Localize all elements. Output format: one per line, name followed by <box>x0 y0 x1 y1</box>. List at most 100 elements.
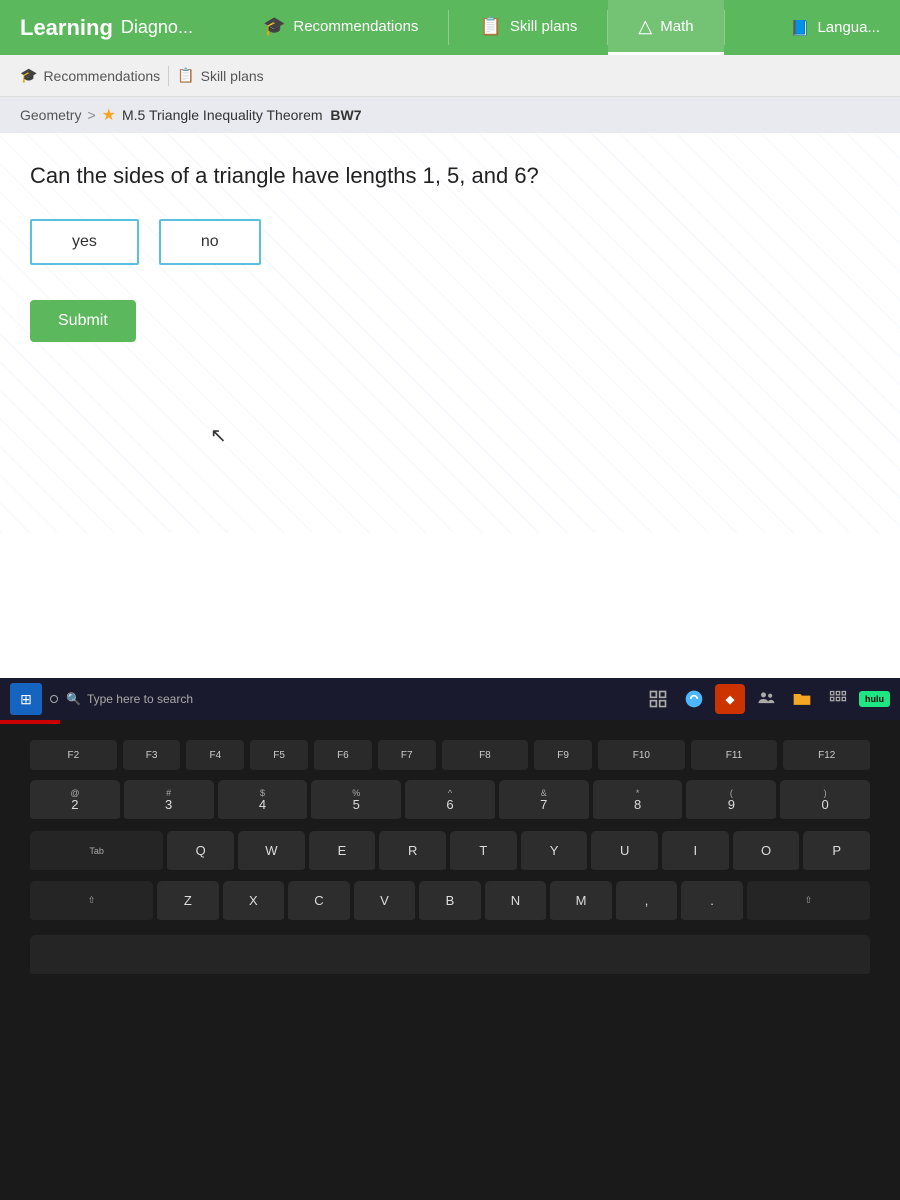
key-amp-7[interactable]: &7 <box>499 780 589 822</box>
taskbar-icon-folder[interactable] <box>787 684 817 714</box>
qwerty-row-1: Tab Q W E R T Y U I O P <box>0 827 900 877</box>
taskbar-icon-1[interactable] <box>643 684 673 714</box>
fn-key-f8[interactable]: F8 <box>442 740 529 770</box>
taskbar-icon-edge[interactable] <box>679 684 709 714</box>
breadcrumb-subject[interactable]: Geometry <box>20 107 81 123</box>
recommendations-icon: 🎓 <box>263 16 285 37</box>
taskbar-system-icons: ◆ hulu <box>643 684 890 714</box>
key-star-8[interactable]: *8 <box>593 780 683 822</box>
tab-recommendations[interactable]: 🎓 Recommendations <box>233 0 448 55</box>
key-w[interactable]: W <box>238 831 305 873</box>
skill-plans-nav-icon: 📋 <box>177 67 194 84</box>
app-subtitle-text: Diagno... <box>121 17 193 38</box>
hulu-badge[interactable]: hulu <box>859 691 890 707</box>
key-c[interactable]: C <box>288 881 350 923</box>
cursor-pointer: ↖ <box>210 423 227 448</box>
key-space[interactable] <box>30 935 870 977</box>
key-e[interactable]: E <box>309 831 376 873</box>
submit-button[interactable]: Submit <box>30 300 136 342</box>
fn-key-f7[interactable]: F7 <box>378 740 436 770</box>
key-r[interactable]: R <box>379 831 446 873</box>
key-q[interactable]: Q <box>167 831 234 873</box>
keyboard-area: F2 F3 F4 F5 F6 F7 F8 F9 F10 F11 F12 @2 #… <box>0 720 900 1200</box>
key-caret-6[interactable]: ^6 <box>405 780 495 822</box>
nav-tabs: 🎓 Recommendations 📋 Skill plans △ Math <box>233 0 725 55</box>
app-window: Learning Diagno... 🎓 Recommendations 📋 S… <box>0 0 900 720</box>
taskbar-icon-red[interactable]: ◆ <box>715 684 745 714</box>
secondary-nav: 🎓 Recommendations 📋 Skill plans <box>0 55 900 97</box>
breadcrumb-lesson: M.5 Triangle Inequality Theorem BW7 <box>122 107 362 123</box>
fn-key-f11[interactable]: F11 <box>691 740 778 770</box>
question-text: Can the sides of a triangle have lengths… <box>30 163 870 189</box>
key-dollar-4[interactable]: $4 <box>218 780 308 822</box>
key-at-2[interactable]: @2 <box>30 780 120 822</box>
nav-right: 📘 Langua... <box>791 19 880 37</box>
key-b[interactable]: B <box>419 881 481 923</box>
nav-recommendations[interactable]: 🎓 Recommendations <box>20 67 160 84</box>
key-n[interactable]: N <box>485 881 547 923</box>
num-key-row: @2 #3 $4 %5 ^6 &7 *8 (9 )0 <box>0 775 900 827</box>
skill-plans-icon: 📋 <box>479 16 501 37</box>
language-icon: 📘 <box>791 19 810 37</box>
tab-math[interactable]: △ Math <box>608 0 723 55</box>
key-z[interactable]: Z <box>157 881 219 923</box>
secondary-divider-1 <box>168 66 169 86</box>
answer-no-button[interactable]: no <box>159 219 261 265</box>
fn-key-f4[interactable]: F4 <box>186 740 244 770</box>
nav-divider-3 <box>724 10 725 45</box>
taskbar: ⊞ 🔍 Type here to search ◆ hulu <box>0 678 900 720</box>
fn-key-f12[interactable]: F12 <box>783 740 870 770</box>
recommendations-nav-icon: 🎓 <box>20 67 37 84</box>
key-m[interactable]: M <box>550 881 612 923</box>
key-shift-left[interactable]: ⇧ <box>30 881 153 923</box>
fn-key-row: F2 F3 F4 F5 F6 F7 F8 F9 F10 F11 F12 <box>0 720 900 775</box>
key-x[interactable]: X <box>223 881 285 923</box>
taskbar-search[interactable]: 🔍 Type here to search <box>66 692 266 706</box>
breadcrumb-chevron-icon: > <box>87 107 95 123</box>
answer-options: yes no <box>30 219 870 265</box>
fn-key-f10[interactable]: F10 <box>598 740 685 770</box>
key-hash-3[interactable]: #3 <box>124 780 214 822</box>
tab-recommendations-label: Recommendations <box>293 18 418 35</box>
key-y[interactable]: Y <box>521 831 588 873</box>
key-period[interactable]: . <box>681 881 743 923</box>
search-circle[interactable] <box>50 695 58 703</box>
key-shift-right[interactable]: ⇧ <box>747 881 870 923</box>
fn-key-f6[interactable]: F6 <box>314 740 372 770</box>
nav-skill-plans-secondary[interactable]: 📋 Skill plans <box>177 67 263 84</box>
key-p[interactable]: P <box>803 831 870 873</box>
app-title-text: Learning <box>20 15 113 41</box>
key-t[interactable]: T <box>450 831 517 873</box>
fn-key-f3[interactable]: F3 <box>123 740 181 770</box>
bottom-key-row <box>0 927 900 981</box>
key-u[interactable]: U <box>591 831 658 873</box>
tab-math-label: Math <box>660 18 693 35</box>
search-icon: 🔍 <box>66 692 81 706</box>
language-label: Langua... <box>817 19 880 36</box>
key-lparen-9[interactable]: (9 <box>686 780 776 822</box>
key-v[interactable]: V <box>354 881 416 923</box>
recommendations-nav-label: Recommendations <box>43 68 160 84</box>
taskbar-icon-people[interactable] <box>751 684 781 714</box>
taskbar-icon-grid[interactable] <box>823 684 853 714</box>
app-title: Learning Diagno... <box>20 15 193 41</box>
main-content: Can the sides of a triangle have lengths… <box>0 133 900 533</box>
qwerty-row-2: ⇧ Z X C V B N M , . ⇧ <box>0 877 900 927</box>
keyboard-red-strip <box>0 720 60 724</box>
top-nav: Learning Diagno... 🎓 Recommendations 📋 S… <box>0 0 900 55</box>
math-icon: △ <box>638 16 652 37</box>
key-tab[interactable]: Tab <box>30 831 163 873</box>
fn-key-f5[interactable]: F5 <box>250 740 308 770</box>
key-rparen-0[interactable]: )0 <box>780 780 870 822</box>
key-percent-5[interactable]: %5 <box>311 780 401 822</box>
skill-plans-nav-label: Skill plans <box>201 68 264 84</box>
windows-start-button[interactable]: ⊞ <box>10 683 42 715</box>
answer-yes-button[interactable]: yes <box>30 219 139 265</box>
breadcrumb-star-icon: ★ <box>102 105 116 125</box>
tab-skill-plans[interactable]: 📋 Skill plans <box>449 0 607 55</box>
key-o[interactable]: O <box>733 831 800 873</box>
key-i[interactable]: I <box>662 831 729 873</box>
fn-key-f2[interactable]: F2 <box>30 740 117 770</box>
fn-key-f9[interactable]: F9 <box>534 740 592 770</box>
key-comma[interactable]: , <box>616 881 678 923</box>
